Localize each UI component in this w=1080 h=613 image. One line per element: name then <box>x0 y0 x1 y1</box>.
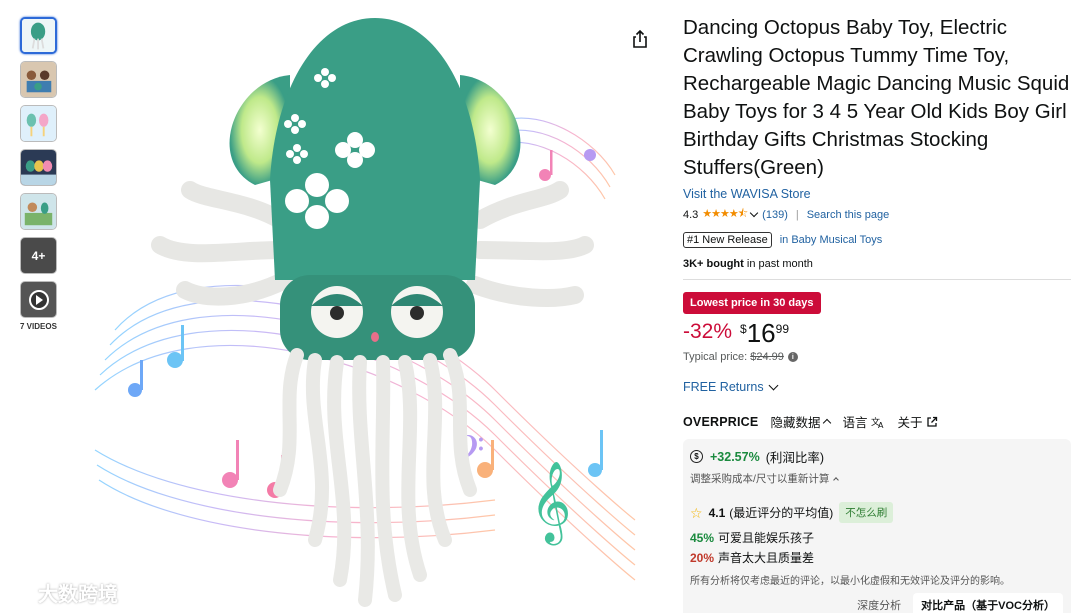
deep-analysis-button[interactable]: 深度分析 <box>857 597 901 613</box>
positive-text: 可爱且能娱乐孩子 <box>718 531 815 545</box>
bought-info: 3K+ bought in past month <box>683 258 1071 270</box>
overprice-panel: $ +32.57% (利润比率) 调整采购成本/尺寸以重新计算 ☆ 4.1 (最… <box>683 439 1071 613</box>
analysis-note: 所有分析将仅考虑最近的评论，以最小化虚假和无效评论及评分的影响。 <box>690 576 1010 587</box>
about-label: 关于 <box>897 416 923 430</box>
thumbnail-list: 4+ 7 VIDEOS <box>20 17 58 331</box>
positive-percent: 45% <box>690 531 715 545</box>
thumbnail-2[interactable] <box>20 61 57 98</box>
profit-percent: +32.57% <box>710 449 760 464</box>
negative-text: 声音太大且质量差 <box>718 551 815 565</box>
language-button[interactable]: 语言 文A <box>842 412 885 431</box>
divider <box>683 279 1071 280</box>
bought-period: in past month <box>743 258 813 270</box>
search-page-link[interactable]: Search this page <box>807 209 890 221</box>
chevron-down-icon[interactable] <box>749 208 759 218</box>
price-symbol: $ <box>740 322 747 336</box>
svg-text:𝄞: 𝄞 <box>530 460 571 545</box>
thumbnail-5[interactable] <box>20 193 57 230</box>
profit-ratio: $ +32.57% (利润比率) <box>690 447 1063 466</box>
recent-score-label: (最近评分的平均值) <box>729 506 834 520</box>
videos-count-label: 7 VIDEOS <box>20 322 57 331</box>
free-returns-link[interactable]: FREE Returns <box>683 380 1071 394</box>
badge-row: #1 New Release in Baby Musical Toys <box>683 232 1071 248</box>
overprice-brand: OVERPRICE <box>683 414 759 429</box>
chevron-up-icon <box>833 476 840 483</box>
profit-label: (利润比率) <box>765 451 825 465</box>
price-row: -32% $ 16 99 <box>683 320 1071 346</box>
negative-point: 20% 声音太大且质量差 <box>690 549 1063 566</box>
external-link-icon <box>927 416 938 427</box>
positive-point: 45% 可爱且能娱乐孩子 <box>690 529 1063 546</box>
recalculate-toggle[interactable]: 调整采购成本/尺寸以重新计算 <box>690 471 1063 486</box>
thumbnail-video[interactable] <box>20 281 57 318</box>
star-icon: ☆ <box>690 504 703 521</box>
info-icon[interactable]: i <box>787 352 798 362</box>
thumbnail-1[interactable] <box>20 17 57 54</box>
price: $ 16 99 <box>740 320 789 346</box>
recalculate-label: 调整采购成本/尺寸以重新计算 <box>690 473 830 485</box>
watermark-text: 大数跨境 <box>38 584 118 606</box>
share-icon[interactable] <box>629 28 651 50</box>
store-link[interactable]: Visit the WAVISA Store <box>683 187 1071 201</box>
rating-row: 4.3 ★★★★⯪ (139) | Search this page <box>683 205 1071 224</box>
compare-products-button[interactable]: 对比产品（基于VOC分析） <box>913 593 1063 613</box>
chevron-down-icon <box>768 380 779 390</box>
product-info: Dancing Octopus Baby Toy, Electric Crawl… <box>683 14 1071 613</box>
typical-price: Typical price: $24.99 i <box>683 351 1071 363</box>
dollar-icon: $ <box>690 450 703 463</box>
price-whole: 16 <box>746 318 776 348</box>
rating-count-link[interactable]: (139) <box>762 209 788 221</box>
typical-price-label: Typical price: <box>683 351 748 363</box>
watermark: 大数跨境 <box>8 578 118 607</box>
deal-badge: Lowest price in 30 days <box>683 292 821 314</box>
badge-category-link[interactable]: in Baby Musical Toys <box>780 234 883 246</box>
thumbnail-4[interactable] <box>20 149 57 186</box>
svg-text:A: A <box>878 421 884 428</box>
negative-percent: 20% <box>690 551 715 565</box>
recent-score-value: 4.1 <box>708 505 726 520</box>
chevron-up-icon <box>823 418 832 428</box>
more-count-label: 4+ <box>31 248 46 263</box>
divider: | <box>795 208 799 221</box>
product-title: Dancing Octopus Baby Toy, Electric Crawl… <box>683 16 1070 179</box>
thumbnail-3[interactable] <box>20 105 57 142</box>
hide-data-label: 隐藏数据 <box>770 416 821 430</box>
bought-count: 3K+ bought <box>683 258 744 270</box>
hide-data-button[interactable]: 隐藏数据 <box>770 412 832 431</box>
discount-percent: -32% <box>683 320 733 343</box>
play-icon <box>28 289 49 310</box>
free-returns-label: FREE Returns <box>683 380 764 394</box>
price-fraction: 99 <box>775 322 789 336</box>
translate-icon: 文A <box>871 416 884 428</box>
about-button[interactable]: 关于 <box>897 412 938 431</box>
thumbnail-more[interactable]: 4+ <box>20 237 57 274</box>
panel-actions: 深度分析 对比产品（基于VOC分析） <box>690 593 1063 613</box>
rating-value: 4.3 <box>683 208 699 221</box>
language-label: 语言 <box>842 416 868 430</box>
main-product-image[interactable]: 𝄞 𝄢 <box>75 0 645 613</box>
recent-score: ☆ 4.1 (最近评分的平均值) 不怎么刷 <box>690 502 1063 523</box>
star-rating-icon[interactable]: ★★★★⯪ <box>702 205 748 224</box>
overprice-toolbar: OVERPRICE 隐藏数据 语言 文A 关于 <box>683 412 1071 431</box>
typical-price-value: $24.99 <box>750 351 784 363</box>
review-quality-tag: 不怎么刷 <box>839 502 894 523</box>
watermark-logo-icon <box>8 585 34 600</box>
new-release-badge[interactable]: #1 New Release <box>683 232 772 248</box>
